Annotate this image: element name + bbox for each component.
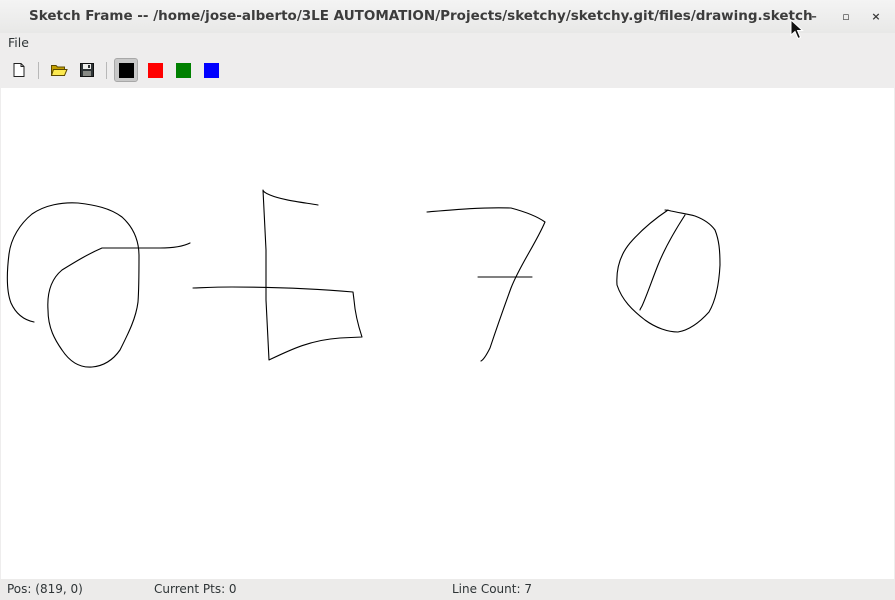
color-swatch-red [147,62,163,78]
color-swatch-green [175,62,191,78]
status-line-count: Line Count: 7 [452,582,532,596]
maximize-button[interactable]: ▫ [838,9,854,25]
window-title: Sketch Frame -- /home/jose-alberto/3LE A… [29,8,813,24]
app-window: Sketch Frame -- /home/jose-alberto/3LE A… [0,0,895,600]
sketch-stroke [192,189,363,361]
open-folder-icon [50,65,68,76]
color-red-button[interactable] [143,58,167,82]
title-bar[interactable]: Sketch Frame -- /home/jose-alberto/3LE A… [0,0,895,33]
mouse-pointer-icon [790,19,804,40]
sketch-stroke [426,207,546,362]
color-swatch-blue [203,62,219,78]
minimize-button[interactable]: – [806,9,822,25]
toolbar [0,54,895,87]
menu-file[interactable]: File [8,35,29,50]
new-document-icon [13,63,25,77]
status-current-points: Current Pts: 0 [154,582,237,596]
new-document-button[interactable] [7,58,31,82]
sketch-stroke [616,209,721,333]
color-blue-button[interactable] [199,58,223,82]
menu-bar: File [0,33,895,53]
status-position: Pos: (819, 0) [7,582,83,596]
save-button[interactable] [75,58,99,82]
close-button[interactable]: × [868,9,884,25]
color-green-button[interactable] [171,58,195,82]
sketch-strokes [6,189,721,368]
sketch-stroke [639,214,686,311]
toolbar-separator [38,62,39,79]
save-disk-icon [80,63,94,77]
color-swatch-black [118,62,134,78]
drawing-canvas[interactable] [1,88,894,579]
color-black-button[interactable] [114,58,138,82]
open-button[interactable] [47,58,71,82]
status-bar: Pos: (819, 0) Current Pts: 0 Line Count:… [0,579,895,600]
toolbar-separator [106,62,107,79]
sketch-stroke [6,202,191,368]
